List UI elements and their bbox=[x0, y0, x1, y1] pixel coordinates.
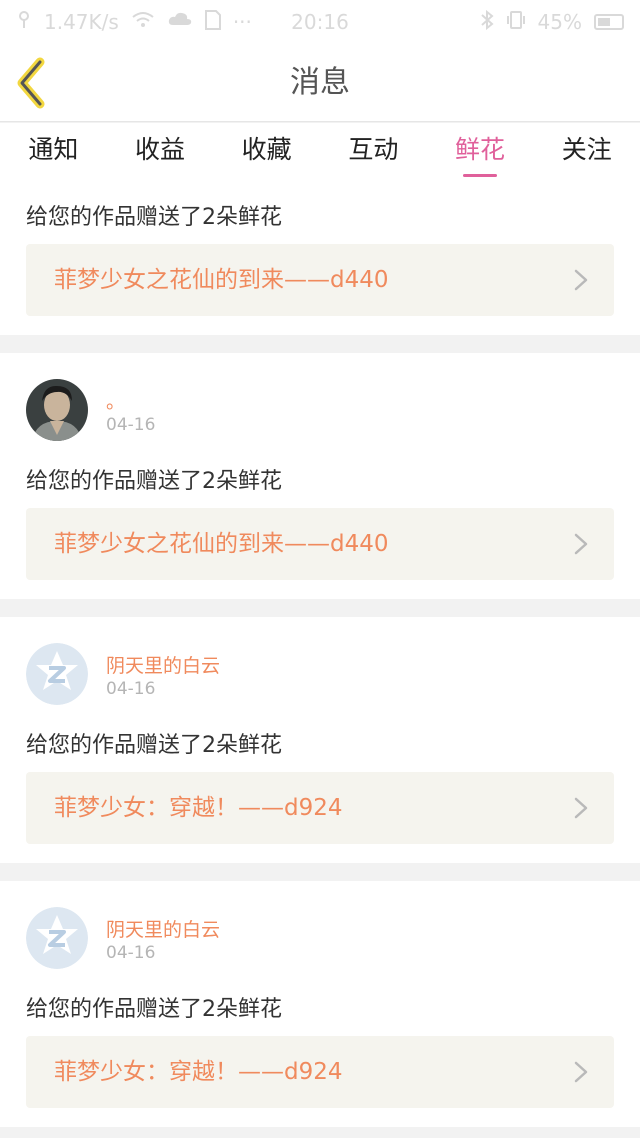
chevron-right-icon bbox=[574, 797, 588, 819]
work-link[interactable]: 菲梦少女：穿越！——d924 bbox=[26, 772, 614, 844]
chevron-right-icon bbox=[574, 533, 588, 555]
avatar[interactable] bbox=[26, 379, 88, 441]
message-list-content: 。 04-16 给您的作品赠送了2朵鲜花 菲梦少女之花仙的到来——d440 bbox=[0, 181, 640, 1138]
status-bar: 1.47K/s ··· 20:16 45% bbox=[0, 0, 640, 44]
message-date: 04-16 bbox=[106, 943, 156, 963]
active-tab-indicator bbox=[463, 174, 498, 177]
work-title: 菲梦少女之花仙的到来——d440 bbox=[54, 531, 389, 557]
default-avatar-z-icon bbox=[26, 907, 88, 969]
tab-notifications[interactable]: 通知 bbox=[0, 123, 107, 181]
tab-label: 互动 bbox=[348, 135, 399, 164]
status-bar-left: 1.47K/s ··· bbox=[16, 9, 252, 35]
message-card: 。 04-16 给您的作品赠送了2朵鲜花 菲梦少女之花仙的到来——d440 bbox=[0, 181, 640, 335]
tab-label: 鲜花 bbox=[455, 135, 506, 164]
avatar[interactable] bbox=[26, 907, 88, 969]
network-speed: 1.47K/s bbox=[44, 10, 119, 34]
chevron-left-icon bbox=[17, 57, 45, 109]
tab-label: 通知 bbox=[28, 135, 79, 164]
chevron-right-icon bbox=[574, 269, 588, 291]
back-button[interactable] bbox=[10, 56, 58, 110]
tab-label: 收藏 bbox=[241, 135, 292, 164]
message-date: 04-16 bbox=[106, 415, 156, 435]
work-title: 菲梦少女：穿越！——d924 bbox=[54, 795, 343, 821]
message-list[interactable]: 。 04-16 给您的作品赠送了2朵鲜花 菲梦少女之花仙的到来——d440 bbox=[0, 181, 640, 1138]
tab-bar: 通知 收益 收藏 互动 鲜花 关注 bbox=[0, 123, 640, 181]
vibrate-icon bbox=[506, 10, 526, 35]
tab-interactions[interactable]: 互动 bbox=[320, 123, 427, 181]
page-title: 消息 bbox=[290, 65, 350, 100]
work-link[interactable]: 菲梦少女之花仙的到来——d440 bbox=[26, 508, 614, 580]
message-text: 给您的作品赠送了2朵鲜花 bbox=[26, 733, 282, 758]
sim-icon bbox=[204, 9, 221, 35]
screen: 1.47K/s ··· 20:16 45% 消息 通知 收益 收藏 互动 鲜花 … bbox=[0, 0, 640, 1138]
message-text: 给您的作品赠送了2朵鲜花 bbox=[26, 469, 282, 494]
avatar-photo-icon bbox=[26, 379, 88, 441]
cloud-icon bbox=[167, 10, 193, 34]
work-title: 菲梦少女：穿越！——d924 bbox=[54, 1059, 343, 1085]
message-text: 给您的作品赠送了2朵鲜花 bbox=[26, 997, 282, 1022]
tab-favorites[interactable]: 收藏 bbox=[213, 123, 320, 181]
user-name[interactable]: 。 bbox=[106, 387, 125, 414]
battery-icon bbox=[594, 14, 624, 30]
work-title: 菲梦少女之花仙的到来——d440 bbox=[54, 267, 389, 293]
user-name[interactable]: 阴天里的白云 bbox=[106, 915, 220, 942]
tab-label: 关注 bbox=[561, 135, 612, 164]
work-link[interactable]: 菲梦少女之花仙的到来——d440 bbox=[26, 244, 614, 316]
status-more: ··· bbox=[232, 10, 252, 34]
message-card: 阴天里的白云 04-16 给您的作品赠送了2朵鲜花 菲梦少女：穿越！——d924 bbox=[0, 881, 640, 1127]
tab-flowers[interactable]: 鲜花 bbox=[427, 123, 534, 181]
signal-icon bbox=[16, 10, 32, 34]
message-card: 。 04-16 给您的作品赠送了2朵鲜花 菲梦少女之花仙的到来——d440 bbox=[0, 353, 640, 599]
message-text: 给您的作品赠送了2朵鲜花 bbox=[26, 205, 282, 230]
tab-following[interactable]: 关注 bbox=[533, 123, 640, 181]
battery-level: 45% bbox=[537, 10, 582, 34]
user-name[interactable]: 阴天里的白云 bbox=[106, 651, 220, 678]
tab-label: 收益 bbox=[135, 135, 186, 164]
bluetooth-icon bbox=[480, 9, 494, 35]
chevron-right-icon bbox=[574, 1061, 588, 1083]
message-card: 阴天里的白云 04-16 给您的作品赠送了2朵鲜花 菲梦少女：穿越！——d924 bbox=[0, 617, 640, 863]
wifi-icon bbox=[131, 10, 155, 34]
status-bar-right: 45% bbox=[480, 9, 624, 35]
work-link[interactable]: 菲梦少女：穿越！——d924 bbox=[26, 1036, 614, 1108]
tab-earnings[interactable]: 收益 bbox=[107, 123, 214, 181]
header: 消息 bbox=[0, 44, 640, 122]
message-date: 04-16 bbox=[106, 679, 156, 699]
default-avatar-z-icon bbox=[26, 643, 88, 705]
avatar[interactable] bbox=[26, 643, 88, 705]
